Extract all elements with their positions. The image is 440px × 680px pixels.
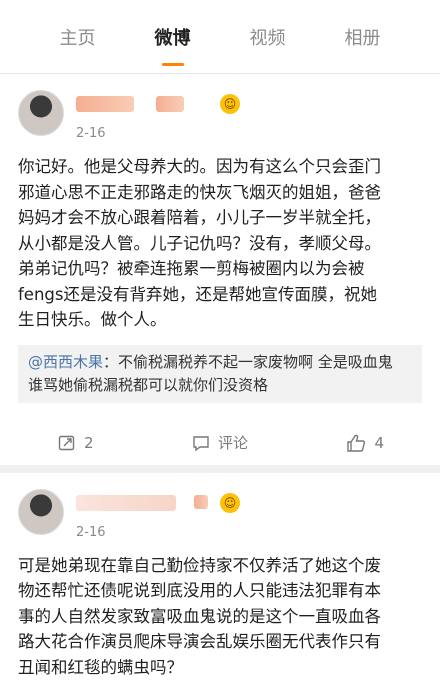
post-text: 可是她弟现在靠自己勤俭持家不仅养活了她这个废 物还帮忙还债呢说到底没用的人只能违… — [18, 553, 422, 680]
tab-album[interactable]: 相册 — [339, 16, 387, 58]
post-text: 你记好。他是父母养大的。因为有这么个只会歪门 邪道心思不正走邪路走的快灰飞烟灭的… — [18, 154, 422, 333]
username-blurred[interactable] — [76, 96, 134, 112]
post-card: ☺ 2-16 你记好。他是父母养大的。因为有这么个只会歪门 邪道心思不正走邪路走… — [0, 74, 440, 465]
username-blurred[interactable] — [76, 495, 176, 511]
username-blurred-2[interactable] — [194, 495, 208, 509]
emoji-badge-icon: ☺ — [220, 493, 240, 513]
like-count: 4 — [374, 434, 384, 452]
profile-tabs: 主页 微博 视频 相册 — [0, 0, 440, 74]
post-actions: 2 评论 4 — [18, 421, 422, 465]
post-date: 2-16 — [76, 126, 106, 141]
tab-home[interactable]: 主页 — [54, 16, 102, 58]
mention-link[interactable]: @西西木果 — [28, 353, 103, 371]
comment-label: 评论 — [218, 432, 248, 453]
post-header: ☺ 2-16 — [18, 90, 422, 154]
comment-button[interactable]: 评论 — [192, 432, 248, 453]
avatar[interactable] — [18, 489, 64, 535]
thumbs-up-icon — [346, 434, 366, 452]
tab-weibo[interactable]: 微博 — [149, 16, 197, 58]
quoted-comment[interactable]: @西西木果：不偷税漏税养不起一家废物啊 全是吸血鬼 谁骂她偷税漏税都可以就你们没… — [18, 345, 422, 403]
repost-count: 2 — [84, 434, 94, 452]
username-blurred-2[interactable] — [156, 96, 184, 112]
post-card: ☺ 2-16 可是她弟现在靠自己勤俭持家不仅养活了她这个废 物还帮忙还债呢说到底… — [0, 473, 440, 680]
post-date: 2-16 — [76, 525, 106, 540]
like-button[interactable]: 4 — [346, 434, 384, 452]
post-header: ☺ 2-16 — [18, 489, 422, 553]
emoji-badge-icon: ☺ — [220, 94, 240, 114]
repost-button[interactable]: 2 — [58, 434, 94, 452]
comment-icon — [192, 434, 210, 452]
post-separator — [0, 465, 440, 473]
repost-icon — [58, 434, 76, 452]
avatar[interactable] — [18, 90, 64, 136]
tab-video[interactable]: 视频 — [244, 16, 292, 58]
